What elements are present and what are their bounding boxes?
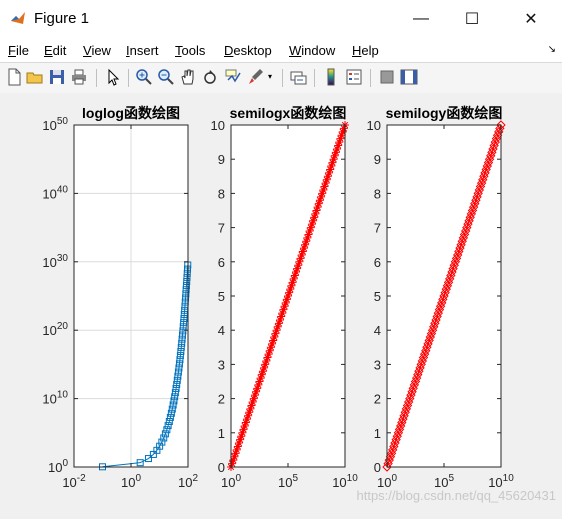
y-tick-label: 1040 (42, 184, 68, 201)
y-tick-label: 3 (218, 357, 225, 372)
save-icon[interactable] (47, 67, 67, 87)
menu-help[interactable]: Help (352, 43, 379, 58)
close-button[interactable]: ✕ (508, 0, 554, 38)
y-tick-label: 1 (374, 426, 381, 441)
y-tick-label: 7 (218, 221, 225, 236)
y-tick-label: 2 (218, 392, 225, 407)
window-title: Figure 1 (34, 10, 90, 27)
x-tick-label: 100 (221, 473, 241, 490)
menu-dock-arrow-icon[interactable]: ↘ (548, 44, 556, 55)
insert-colorbar-icon[interactable] (321, 67, 341, 87)
menu-file[interactable]: File (8, 43, 29, 58)
y-tick-label: 8 (218, 186, 225, 201)
y-tick-label: 10 (211, 118, 225, 133)
edit-plot-icon[interactable] (103, 67, 123, 87)
maximize-button[interactable]: ☐ (449, 0, 495, 38)
watermark-text: https://blog.csdn.net/qq_45620431 (357, 488, 557, 503)
brush-dropdown-icon[interactable]: ▾ (268, 72, 272, 81)
insert-legend-icon[interactable] (344, 67, 364, 87)
y-tick-label: 10 (367, 118, 381, 133)
axes-title: semilogx函数绘图 (230, 105, 347, 121)
figure-toolbar: ▾ (0, 62, 562, 94)
y-tick-label: 9 (374, 152, 381, 167)
matlab-logo-icon (11, 12, 25, 24)
y-tick-label: 1 (218, 426, 225, 441)
brush-icon[interactable] (246, 67, 266, 87)
minimize-button[interactable]: — (398, 0, 444, 38)
axes-1: 10-2 100 10210010101020103010401050loglog函… (42, 105, 198, 490)
y-tick-label: 5 (218, 289, 225, 304)
y-tick-label: 0 (374, 460, 381, 475)
y-tick-label: 100 (48, 458, 68, 475)
show-plot-tools-icon[interactable] (399, 67, 419, 87)
y-tick-label: 4 (374, 323, 381, 338)
toolbar-separator (128, 69, 129, 87)
x-tick-label: 1010 (332, 473, 358, 490)
y-tick-label: 1020 (42, 321, 68, 338)
axes-3: 100 105 1010012345678910semilogy函数绘图 (367, 105, 515, 490)
open-file-icon[interactable] (25, 67, 45, 87)
menu-window[interactable]: Window (289, 43, 335, 58)
y-tick-label: 9 (218, 152, 225, 167)
zoom-in-icon[interactable] (134, 67, 154, 87)
hide-plot-tools-icon[interactable] (377, 67, 397, 87)
x-tick-label: 105 (278, 473, 298, 490)
menu-bar: File Edit View Insert Tools Desktop Wind… (0, 38, 562, 62)
data-cursor-icon[interactable] (223, 67, 243, 87)
x-tick-label: 100 (121, 473, 141, 490)
zoom-out-icon[interactable] (156, 67, 176, 87)
menu-insert[interactable]: Insert (126, 43, 159, 58)
menu-tools[interactable]: Tools (175, 43, 205, 58)
figure-canvas: 10-2 100 10210010101020103010401050loglog函… (42, 105, 557, 503)
y-tick-label: 4 (218, 323, 225, 338)
y-tick-label: 6 (374, 255, 381, 270)
axes-2: 100 105 1010 0 1 2 3 4 5 6 7 8 9 10 semilogx函数绘图 (211, 105, 359, 490)
y-tick-label: 2 (374, 392, 381, 407)
y-tick-label: 1050 (42, 116, 68, 133)
y-tick-label: 7 (374, 221, 381, 236)
y-tick-label: 1030 (42, 253, 68, 270)
y-tick-label: 3 (374, 357, 381, 372)
y-tick-label: 1010 (42, 390, 68, 407)
figure-area: 10-2 100 102 100 1010 1020 1030 1040 1050 loglog函… (0, 93, 562, 514)
new-figure-icon[interactable] (4, 67, 24, 87)
toolbar-separator (370, 69, 371, 87)
y-tick-label: 0 (218, 460, 225, 475)
rotate-3d-icon[interactable] (200, 67, 220, 87)
toolbar-separator (314, 69, 315, 87)
x-tick-label: 10-2 (62, 473, 86, 490)
toolbar-separator (282, 69, 283, 87)
toolbar-separator (96, 69, 97, 87)
print-icon[interactable] (69, 67, 89, 87)
menu-edit[interactable]: Edit (44, 43, 66, 58)
link-plot-icon[interactable] (288, 67, 308, 87)
y-tick-label: 5 (374, 289, 381, 304)
menu-desktop[interactable]: Desktop (224, 43, 272, 58)
x-tick-label: 102 (178, 473, 198, 490)
y-tick-label: 6 (218, 255, 225, 270)
axes-title: loglog函数绘图 (82, 105, 180, 121)
y-tick-label: 8 (374, 186, 381, 201)
axes-title: semilogy函数绘图 (386, 105, 503, 121)
pan-icon[interactable] (178, 67, 198, 87)
menu-view[interactable]: View (83, 43, 111, 58)
title-bar: Figure 1 — ☐ ✕ (0, 0, 562, 38)
